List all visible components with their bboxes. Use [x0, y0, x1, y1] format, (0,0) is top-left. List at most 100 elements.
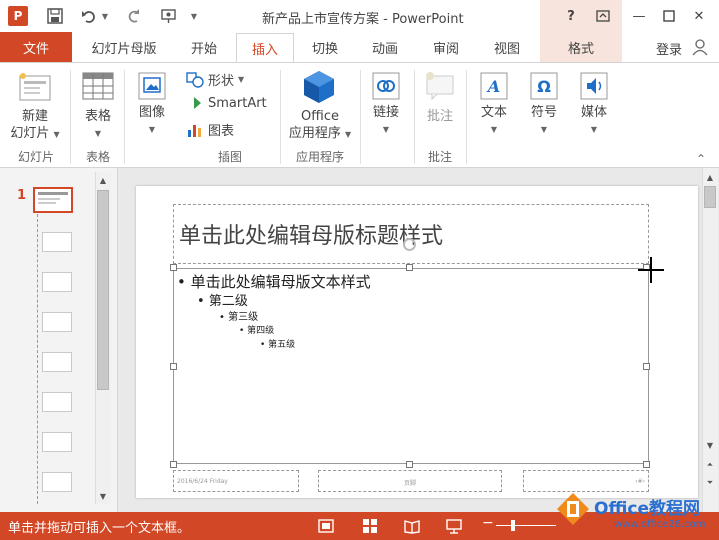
scroll-up-icon[interactable]: ▲: [96, 173, 110, 187]
bullet-level-4[interactable]: • 第四级: [239, 323, 274, 336]
collapse-ribbon-icon[interactable]: ⌃: [696, 152, 706, 166]
shapes-button[interactable]: 形状 ▼: [186, 70, 244, 89]
date-placeholder[interactable]: 2016/6/24 Friday: [173, 470, 299, 492]
links-button[interactable]: 链接 ▼: [364, 104, 408, 138]
maximize-icon[interactable]: [658, 6, 680, 26]
slide-sorter-icon[interactable]: [362, 518, 378, 534]
layout-thumbnail[interactable]: [42, 232, 72, 252]
undo-dropdown-icon[interactable]: ▼: [100, 6, 110, 26]
group-divider: [466, 70, 467, 164]
images-icon[interactable]: [138, 72, 166, 103]
crosshair-cursor-icon: [637, 256, 665, 287]
bullet-level-1[interactable]: • 单击此处编辑母版文本样式: [177, 271, 371, 292]
layout-thumbnail[interactable]: [42, 312, 72, 332]
smartart-button[interactable]: SmartArt: [186, 95, 267, 111]
bullet-level-1-text: 单击此处编辑母版文本样式: [190, 273, 371, 291]
scroll-down-icon[interactable]: ▼: [703, 438, 717, 452]
chart-button[interactable]: 图表: [186, 120, 234, 139]
save-icon[interactable]: [44, 6, 66, 26]
slide-master-thumbnail[interactable]: [33, 187, 73, 213]
images-button[interactable]: 图像 ▼: [130, 104, 174, 138]
layout-thumbnail[interactable]: [42, 392, 72, 412]
next-slide-icon[interactable]: ⏷: [703, 476, 717, 490]
layout-thumbnail[interactable]: [42, 472, 72, 492]
tab-slide-master[interactable]: 幻灯片母版: [84, 32, 164, 62]
thumbnails-scroll-thumb[interactable]: [97, 190, 109, 390]
window-title: 新产品上市宣传方案 - PowerPoint: [262, 12, 464, 27]
resize-handle[interactable]: [170, 461, 177, 468]
new-slide-button[interactable]: 新建 幻灯片 ▼: [6, 108, 64, 143]
rotate-handle-icon[interactable]: [403, 238, 416, 251]
start-from-beginning-icon[interactable]: [158, 6, 180, 26]
media-icon[interactable]: [580, 72, 608, 103]
slide-number-placeholder[interactable]: ‹#›: [523, 470, 649, 492]
normal-view-icon[interactable]: [318, 518, 334, 534]
symbols-icon[interactable]: Ω: [530, 72, 558, 103]
layout-thumbnail[interactable]: [42, 272, 72, 292]
resize-handle[interactable]: [406, 264, 413, 271]
tab-insert[interactable]: 插入: [236, 33, 294, 63]
previous-slide-icon[interactable]: ⏶: [703, 458, 717, 472]
media-label: 媒体: [580, 105, 607, 120]
powerpoint-app-icon[interactable]: P: [8, 6, 28, 26]
undo-icon[interactable]: [78, 6, 100, 26]
text-button[interactable]: 文本 ▼: [472, 104, 516, 138]
resize-handle[interactable]: [643, 461, 650, 468]
tab-animations[interactable]: 动画: [363, 32, 407, 62]
new-slide-icon[interactable]: [18, 72, 52, 105]
bullet-level-3[interactable]: • 第三级: [219, 308, 258, 323]
bullet-level-5[interactable]: • 第五级: [260, 337, 295, 350]
close-button[interactable]: ✕: [688, 6, 710, 26]
scroll-up-icon[interactable]: ▲: [703, 170, 717, 184]
slide-scroll-thumb[interactable]: [704, 186, 716, 208]
group-divider: [280, 70, 281, 164]
svg-text:A: A: [486, 77, 500, 96]
reading-view-icon[interactable]: [404, 518, 420, 534]
layout-thumbnail[interactable]: [42, 432, 72, 452]
tab-home[interactable]: 开始: [182, 32, 226, 62]
zoom-slider[interactable]: [496, 525, 556, 526]
group-comments-label: 批注: [427, 150, 452, 164]
text-icon[interactable]: A: [480, 72, 508, 103]
tab-format[interactable]: 格式: [552, 32, 610, 62]
group-slides-label: 幻灯片: [17, 150, 54, 164]
redo-icon[interactable]: [124, 6, 144, 26]
text-label: 文本: [480, 105, 507, 120]
table-icon[interactable]: [82, 72, 114, 103]
tab-file[interactable]: 文件: [0, 32, 72, 62]
media-button[interactable]: 媒体 ▼: [572, 104, 616, 138]
symbols-button[interactable]: 符号 ▼: [522, 104, 566, 138]
layout-thumbnail[interactable]: [42, 352, 72, 372]
resize-handle[interactable]: [643, 363, 650, 370]
tab-transitions[interactable]: 切换: [303, 32, 347, 62]
tab-review[interactable]: 审阅: [424, 32, 468, 62]
scroll-down-icon[interactable]: ▼: [96, 489, 110, 503]
sign-in-link[interactable]: 登录: [656, 39, 682, 58]
chart-icon: [188, 124, 201, 137]
chevron-down-icon: ▼: [94, 129, 102, 138]
links-icon[interactable]: [372, 72, 400, 103]
customize-toolbar-icon[interactable]: ▼: [188, 6, 200, 26]
minimize-button[interactable]: —: [628, 6, 650, 26]
office-apps-button[interactable]: Office 应用程序 ▼: [284, 108, 356, 143]
new-slide-label-line1: 新建: [21, 109, 48, 124]
tab-view[interactable]: 视图: [485, 32, 529, 62]
group-divider: [360, 70, 361, 164]
table-button[interactable]: 表格 ▼: [76, 108, 120, 142]
office-apps-icon[interactable]: [302, 70, 336, 107]
ribbon-display-options-icon[interactable]: [592, 6, 614, 26]
resize-handle[interactable]: [406, 461, 413, 468]
shapes-icon: [186, 71, 204, 88]
comment-icon: [424, 70, 456, 103]
slide-show-icon[interactable]: [446, 518, 462, 534]
bullet-level-2[interactable]: • 第二级: [197, 290, 248, 309]
zoom-out-button[interactable]: −: [482, 515, 494, 531]
resize-handle[interactable]: [170, 363, 177, 370]
smartart-icon: [187, 97, 201, 109]
shapes-label: 形状: [208, 74, 235, 89]
zoom-slider-knob[interactable]: [511, 520, 515, 531]
resize-handle[interactable]: [170, 264, 177, 271]
help-button[interactable]: ?: [560, 6, 582, 26]
user-icon[interactable]: [691, 38, 709, 56]
footer-placeholder[interactable]: 页脚: [318, 470, 502, 492]
